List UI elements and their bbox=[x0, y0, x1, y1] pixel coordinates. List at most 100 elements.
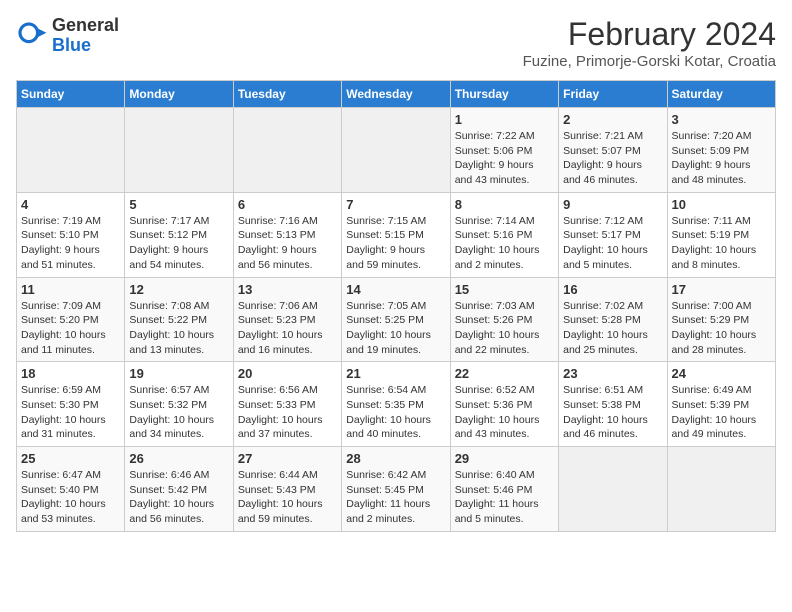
day-number: 27 bbox=[238, 451, 337, 466]
logo: General Blue bbox=[16, 16, 119, 56]
calendar-cell: 19 Sunrise: 6:57 AMSunset: 5:32 PMDayligh… bbox=[125, 362, 233, 447]
weekday-header-wednesday: Wednesday bbox=[342, 81, 450, 108]
day-info: Sunrise: 7:19 AMSunset: 5:10 PMDaylight:… bbox=[21, 214, 120, 273]
calendar-cell: 25 Sunrise: 6:47 AMSunset: 5:40 PMDayligh… bbox=[17, 447, 125, 532]
day-info: Sunrise: 7:09 AMSunset: 5:20 PMDaylight:… bbox=[21, 299, 120, 358]
logo-icon bbox=[16, 20, 48, 52]
day-info: Sunrise: 7:22 AMSunset: 5:06 PMDaylight:… bbox=[455, 129, 554, 188]
day-number: 12 bbox=[129, 282, 228, 297]
calendar-cell: 1 Sunrise: 7:22 AMSunset: 5:06 PMDaylight… bbox=[450, 108, 558, 193]
day-info: Sunrise: 7:08 AMSunset: 5:22 PMDaylight:… bbox=[129, 299, 228, 358]
day-info: Sunrise: 7:03 AMSunset: 5:26 PMDaylight:… bbox=[455, 299, 554, 358]
calendar-cell: 6 Sunrise: 7:16 AMSunset: 5:13 PMDaylight… bbox=[233, 192, 341, 277]
day-number: 17 bbox=[672, 282, 771, 297]
calendar-cell: 7 Sunrise: 7:15 AMSunset: 5:15 PMDaylight… bbox=[342, 192, 450, 277]
calendar-cell: 4 Sunrise: 7:19 AMSunset: 5:10 PMDaylight… bbox=[17, 192, 125, 277]
calendar-cell: 17Sunrise: 7:00 AMSunset: 5:29 PMDayligh… bbox=[667, 277, 775, 362]
calendar-body: 1 Sunrise: 7:22 AMSunset: 5:06 PMDaylight… bbox=[17, 108, 776, 532]
day-info: Sunrise: 7:16 AMSunset: 5:13 PMDaylight:… bbox=[238, 214, 337, 273]
day-number: 6 bbox=[238, 197, 337, 212]
day-info: Sunrise: 7:05 AMSunset: 5:25 PMDaylight:… bbox=[346, 299, 445, 358]
day-number: 18 bbox=[21, 366, 120, 381]
day-info: Sunrise: 6:49 AMSunset: 5:39 PMDaylight:… bbox=[672, 383, 771, 442]
day-number: 9 bbox=[563, 197, 662, 212]
calendar-week-row: 25 Sunrise: 6:47 AMSunset: 5:40 PMDayligh… bbox=[17, 447, 776, 532]
logo-general-text: General bbox=[52, 16, 119, 36]
calendar-cell: 27 Sunrise: 6:44 AMSunset: 5:43 PMDayligh… bbox=[233, 447, 341, 532]
weekday-header-saturday: Saturday bbox=[667, 81, 775, 108]
day-info: Sunrise: 7:15 AMSunset: 5:15 PMDaylight:… bbox=[346, 214, 445, 273]
day-number: 14 bbox=[346, 282, 445, 297]
calendar-cell: 8 Sunrise: 7:14 AMSunset: 5:16 PMDaylight… bbox=[450, 192, 558, 277]
calendar-cell bbox=[233, 108, 341, 193]
calendar-cell bbox=[667, 447, 775, 532]
calendar-week-row: 11 Sunrise: 7:09 AMSunset: 5:20 PMDayligh… bbox=[17, 277, 776, 362]
day-info: Sunrise: 6:52 AMSunset: 5:36 PMDaylight:… bbox=[455, 383, 554, 442]
day-number: 23 bbox=[563, 366, 662, 381]
day-number: 8 bbox=[455, 197, 554, 212]
calendar-cell: 9 Sunrise: 7:12 AMSunset: 5:17 PMDaylight… bbox=[559, 192, 667, 277]
day-info: Sunrise: 7:14 AMSunset: 5:16 PMDaylight:… bbox=[455, 214, 554, 273]
day-number: 13 bbox=[238, 282, 337, 297]
calendar-cell: 26 Sunrise: 6:46 AMSunset: 5:42 PMDayligh… bbox=[125, 447, 233, 532]
weekday-header-tuesday: Tuesday bbox=[233, 81, 341, 108]
day-number: 24 bbox=[672, 366, 771, 381]
calendar-week-row: 4 Sunrise: 7:19 AMSunset: 5:10 PMDaylight… bbox=[17, 192, 776, 277]
day-info: Sunrise: 7:06 AMSunset: 5:23 PMDaylight:… bbox=[238, 299, 337, 358]
calendar-header: SundayMondayTuesdayWednesdayThursdayFrid… bbox=[17, 81, 776, 108]
calendar-cell bbox=[559, 447, 667, 532]
day-number: 7 bbox=[346, 197, 445, 212]
calendar-cell: 28 Sunrise: 6:42 AMSunset: 5:45 PMDayligh… bbox=[342, 447, 450, 532]
day-info: Sunrise: 7:20 AMSunset: 5:09 PMDaylight:… bbox=[672, 129, 771, 188]
day-info: Sunrise: 6:51 AMSunset: 5:38 PMDaylight:… bbox=[563, 383, 662, 442]
day-number: 20 bbox=[238, 366, 337, 381]
day-info: Sunrise: 7:21 AMSunset: 5:07 PMDaylight:… bbox=[563, 129, 662, 188]
day-info: Sunrise: 6:54 AMSunset: 5:35 PMDaylight:… bbox=[346, 383, 445, 442]
calendar-cell: 11 Sunrise: 7:09 AMSunset: 5:20 PMDayligh… bbox=[17, 277, 125, 362]
weekday-header-thursday: Thursday bbox=[450, 81, 558, 108]
calendar-cell: 16 Sunrise: 7:02 AMSunset: 5:28 PMDayligh… bbox=[559, 277, 667, 362]
day-number: 21 bbox=[346, 366, 445, 381]
day-info: Sunrise: 6:40 AMSunset: 5:46 PMDaylight:… bbox=[455, 468, 554, 527]
day-info: Sunrise: 6:42 AMSunset: 5:45 PMDaylight:… bbox=[346, 468, 445, 527]
day-number: 19 bbox=[129, 366, 228, 381]
header: General Blue February 2024 Fuzine, Primo… bbox=[16, 16, 776, 70]
day-number: 26 bbox=[129, 451, 228, 466]
calendar: SundayMondayTuesdayWednesdayThursdayFrid… bbox=[16, 80, 776, 532]
calendar-cell: 22Sunrise: 6:52 AMSunset: 5:36 PMDayligh… bbox=[450, 362, 558, 447]
weekday-header-friday: Friday bbox=[559, 81, 667, 108]
month-title: February 2024 bbox=[523, 16, 776, 53]
day-info: Sunrise: 6:57 AMSunset: 5:32 PMDaylight:… bbox=[129, 383, 228, 442]
day-number: 2 bbox=[563, 112, 662, 127]
calendar-cell: 15Sunrise: 7:03 AMSunset: 5:26 PMDayligh… bbox=[450, 277, 558, 362]
day-number: 5 bbox=[129, 197, 228, 212]
day-number: 28 bbox=[346, 451, 445, 466]
day-info: Sunrise: 7:17 AMSunset: 5:12 PMDaylight:… bbox=[129, 214, 228, 273]
weekday-header-row: SundayMondayTuesdayWednesdayThursdayFrid… bbox=[17, 81, 776, 108]
calendar-week-row: 18Sunrise: 6:59 AMSunset: 5:30 PMDayligh… bbox=[17, 362, 776, 447]
day-info: Sunrise: 6:44 AMSunset: 5:43 PMDaylight:… bbox=[238, 468, 337, 527]
location-title: Fuzine, Primorje-Gorski Kotar, Croatia bbox=[523, 53, 776, 70]
logo-blue-text: Blue bbox=[52, 36, 119, 56]
calendar-cell: 5 Sunrise: 7:17 AMSunset: 5:12 PMDaylight… bbox=[125, 192, 233, 277]
day-number: 29 bbox=[455, 451, 554, 466]
day-info: Sunrise: 7:12 AMSunset: 5:17 PMDaylight:… bbox=[563, 214, 662, 273]
day-info: Sunrise: 7:11 AMSunset: 5:19 PMDaylight:… bbox=[672, 214, 771, 273]
calendar-cell: 21 Sunrise: 6:54 AMSunset: 5:35 PMDayligh… bbox=[342, 362, 450, 447]
day-number: 10 bbox=[672, 197, 771, 212]
calendar-cell: 2 Sunrise: 7:21 AMSunset: 5:07 PMDaylight… bbox=[559, 108, 667, 193]
day-number: 16 bbox=[563, 282, 662, 297]
calendar-cell bbox=[17, 108, 125, 193]
day-number: 25 bbox=[21, 451, 120, 466]
calendar-cell: 14 Sunrise: 7:05 AMSunset: 5:25 PMDayligh… bbox=[342, 277, 450, 362]
day-info: Sunrise: 6:46 AMSunset: 5:42 PMDaylight:… bbox=[129, 468, 228, 527]
day-info: Sunrise: 6:47 AMSunset: 5:40 PMDaylight:… bbox=[21, 468, 120, 527]
calendar-cell: 12 Sunrise: 7:08 AMSunset: 5:22 PMDayligh… bbox=[125, 277, 233, 362]
calendar-cell: 20Sunrise: 6:56 AMSunset: 5:33 PMDayligh… bbox=[233, 362, 341, 447]
day-number: 1 bbox=[455, 112, 554, 127]
day-info: Sunrise: 7:02 AMSunset: 5:28 PMDaylight:… bbox=[563, 299, 662, 358]
day-number: 11 bbox=[21, 282, 120, 297]
calendar-cell: 13 Sunrise: 7:06 AMSunset: 5:23 PMDayligh… bbox=[233, 277, 341, 362]
weekday-header-monday: Monday bbox=[125, 81, 233, 108]
day-number: 4 bbox=[21, 197, 120, 212]
